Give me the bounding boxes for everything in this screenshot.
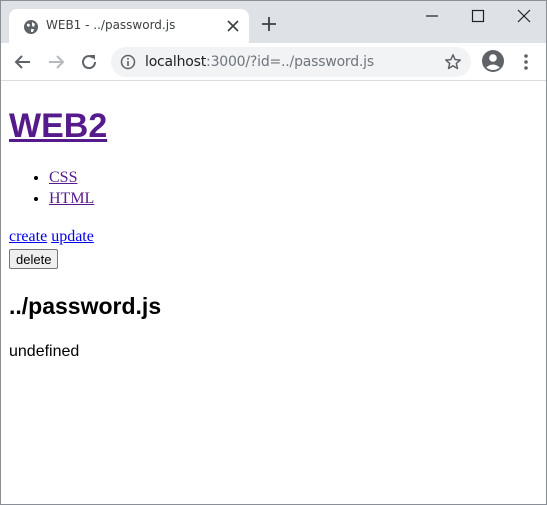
create-link[interactable]: create — [9, 228, 47, 245]
browser-window: WEB1 - ../password.js localhost:3000/?id… — [0, 0, 547, 505]
tab-strip: WEB1 - ../password.js — [1, 1, 546, 43]
new-tab-plus-icon[interactable] — [261, 16, 277, 32]
page-content: WEB2 CSS HTML create update delete ../pa… — [1, 81, 546, 504]
update-link[interactable]: update — [51, 228, 94, 245]
more-vert-icon[interactable] — [516, 52, 536, 72]
action-links: create update — [9, 226, 94, 247]
reload-icon[interactable] — [79, 52, 99, 72]
url-path: :3000/?id=../password.js — [206, 54, 374, 70]
maximize-icon[interactable] — [471, 9, 485, 23]
document-title: ../password.js — [9, 293, 162, 319]
browser-tab[interactable]: WEB1 - ../password.js — [9, 9, 249, 43]
tab-title: WEB1 - ../password.js — [46, 18, 176, 32]
site-title: WEB2 — [9, 107, 107, 145]
info-icon[interactable] — [120, 54, 136, 70]
forward-arrow-icon[interactable] — [46, 52, 66, 72]
nav-link-html[interactable]: HTML — [49, 190, 94, 207]
delete-button[interactable]: delete — [9, 249, 59, 269]
address-bar[interactable]: localhost:3000/?id=../password.js — [111, 47, 471, 77]
nav-item: CSS — [49, 167, 94, 188]
nav-list: CSS HTML — [9, 167, 94, 209]
browser-toolbar: localhost:3000/?id=../password.js — [1, 43, 546, 81]
url-host: localhost — [145, 54, 207, 70]
tab-close-icon[interactable] — [227, 20, 239, 32]
star-icon[interactable] — [444, 53, 462, 71]
site-title-link[interactable]: WEB2 — [9, 107, 107, 145]
url-text[interactable]: localhost:3000/?id=../password.js — [145, 54, 374, 70]
nav-link-css[interactable]: CSS — [49, 169, 77, 186]
back-arrow-icon[interactable] — [13, 52, 33, 72]
window-close-icon[interactable] — [517, 9, 531, 23]
nav-item: HTML — [49, 188, 94, 209]
globe-icon — [24, 20, 38, 34]
document-body: undefined — [9, 343, 80, 360]
profile-icon[interactable] — [481, 49, 505, 73]
minimize-icon[interactable] — [425, 9, 439, 23]
